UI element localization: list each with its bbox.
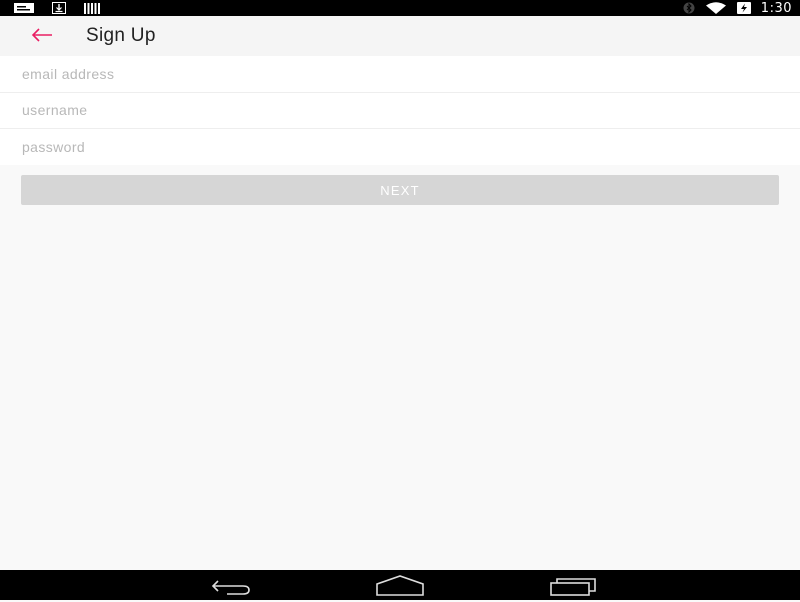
nav-home-button[interactable] (376, 575, 424, 597)
bluetooth-icon (683, 2, 695, 14)
next-button[interactable]: NEXT (21, 175, 779, 205)
nav-back-button[interactable] (205, 575, 253, 597)
back-button[interactable] (28, 24, 56, 48)
status-system: 1:30 (683, 0, 792, 16)
app-bar: Sign Up (0, 16, 800, 56)
battery-charging-icon (736, 2, 751, 14)
page-title: Sign Up (86, 25, 156, 46)
username-field[interactable] (0, 92, 800, 128)
status-notifications (14, 2, 100, 14)
barcode-icon (84, 2, 100, 14)
signup-form (0, 56, 800, 165)
email-field[interactable] (0, 56, 800, 92)
notification-card-icon (14, 3, 34, 13)
password-field[interactable] (0, 129, 800, 165)
arrow-back-icon (31, 28, 52, 42)
nav-back-icon (211, 580, 250, 595)
nav-bar (0, 570, 800, 600)
status-time: 1:30 (760, 0, 792, 16)
nav-recents-button[interactable] (549, 575, 597, 597)
nav-recents-icon (550, 578, 596, 596)
wifi-icon (705, 2, 726, 14)
status-bar: 1:30 (0, 0, 800, 16)
download-icon (52, 2, 66, 14)
nav-home-icon (376, 575, 424, 596)
